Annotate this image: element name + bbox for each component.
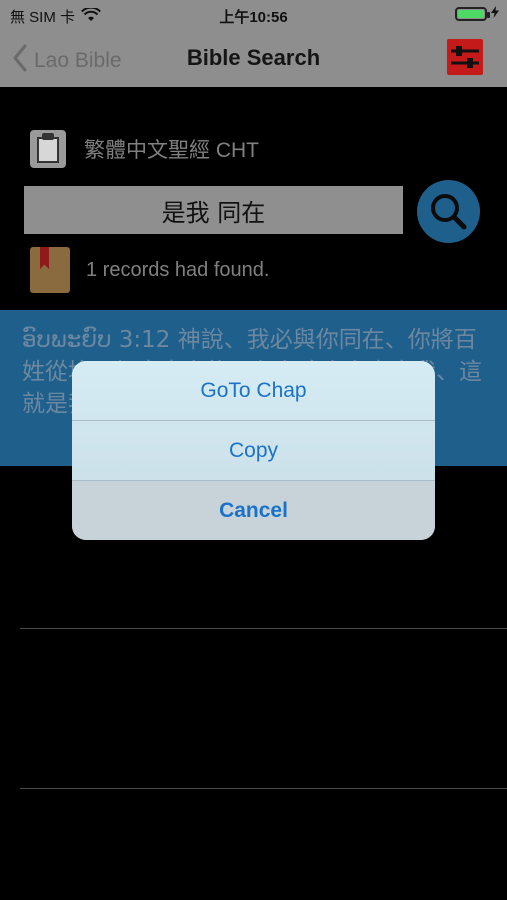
list-separator [20,628,507,629]
bible-version-label: 繁體中文聖經 CHT [84,139,259,162]
bible-version-row[interactable]: 繁體中文聖經 CHT [30,130,259,168]
cancel-button[interactable]: Cancel [72,481,435,540]
action-sheet: GoTo Chap Copy Cancel [72,361,435,540]
list-separator [20,788,507,789]
result-summary-row: 1 records had found. [30,247,269,293]
search-input[interactable] [24,186,403,234]
status-bar: 無 SIM 卡 上午10:56 [0,0,507,30]
search-icon [431,194,467,230]
copy-button[interactable]: Copy [72,421,435,481]
book-icon [30,247,70,293]
search-button[interactable] [417,180,480,243]
goto-chapter-button[interactable]: GoTo Chap [72,361,435,421]
settings-button[interactable] [447,39,483,75]
clipboard-icon [30,130,66,168]
result-count-label: 1 records had found. [86,258,270,281]
status-time: 上午10:56 [219,9,288,26]
sliders-icon [451,46,479,68]
battery-icon [455,6,490,21]
charging-icon [491,5,499,22]
navigation-bar: Lao Bible Bible Search [0,30,507,87]
page-title: Bible Search [186,45,321,70]
battery-group [455,5,499,22]
